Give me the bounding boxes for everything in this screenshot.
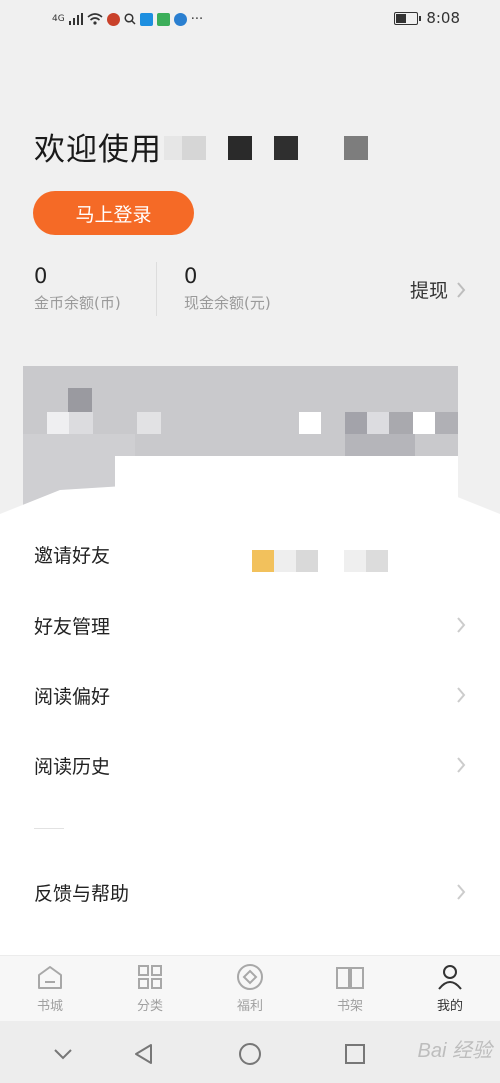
tab-bookstore[interactable]: 书城 [15, 962, 85, 1014]
tab-welfare[interactable]: 福利 [215, 962, 285, 1014]
menu-item-feedback-help[interactable]: 反馈与帮助 [0, 862, 500, 922]
wifi-icon [87, 13, 103, 25]
book-icon [335, 962, 365, 992]
coin-balance[interactable]: 0 金币余额(币) [34, 264, 121, 313]
back-triangle-icon [135, 1044, 152, 1064]
more-notifications-icon: ··· [190, 11, 204, 27]
watermark: Bai 经验 [417, 1040, 492, 1062]
menu-item-label: 阅读历史 [34, 755, 111, 778]
status-right: 8:08 [394, 9, 460, 27]
recents-square-icon [345, 1044, 365, 1064]
battery-icon [394, 11, 422, 25]
home-icon [35, 962, 65, 992]
grid-icon [135, 962, 165, 992]
home-button[interactable] [235, 1039, 265, 1069]
cash-balance[interactable]: 0 现金余额(元) [184, 264, 271, 313]
tab-label: 书城 [36, 999, 63, 1014]
recents-button[interactable] [340, 1039, 370, 1069]
tab-label: 书架 [336, 999, 363, 1014]
menu-item-label: 邀请好友 [34, 544, 111, 567]
tab-category[interactable]: 分类 [115, 962, 185, 1014]
pixelated-invite-reward [252, 550, 392, 572]
menu-item-reading-preference[interactable]: 阅读偏好 [0, 665, 500, 725]
welcome-text: 欢迎使用 [34, 132, 162, 168]
tab-label: 福利 [236, 999, 263, 1014]
coin-balance-label: 金币余额(币) [34, 294, 121, 312]
gift-icon [235, 962, 265, 992]
clock: 8:08 [426, 9, 460, 27]
chevron-right-icon [457, 687, 466, 703]
menu-item-invite-friends[interactable]: 邀请好友 [0, 524, 500, 584]
menu-item-friend-management[interactable]: 好友管理 [0, 595, 500, 655]
back-button[interactable] [128, 1039, 158, 1069]
chevron-right-icon [457, 617, 466, 633]
app-notification-icon [106, 12, 120, 26]
menu-item-label: 阅读偏好 [34, 685, 111, 708]
menu-item-label: 好友管理 [34, 615, 111, 638]
search-icon [124, 13, 136, 25]
home-circle-icon [239, 1043, 261, 1065]
tab-label: 我的 [436, 999, 463, 1014]
section-divider [34, 828, 64, 829]
chevron-right-icon [457, 281, 466, 298]
signal-icon [68, 13, 83, 25]
hide-nav-button[interactable] [48, 1039, 78, 1069]
cash-balance-value: 0 [184, 264, 198, 288]
app-notification-icon [139, 12, 153, 26]
app-notification-icon [156, 12, 170, 26]
coin-balance-value: 0 [34, 264, 48, 288]
withdraw-button[interactable]: 提现 [410, 276, 466, 303]
chevron-down-icon [54, 1049, 72, 1060]
chevron-right-icon [457, 884, 466, 900]
tab-mine[interactable]: 我的 [415, 962, 485, 1014]
tab-label: 分类 [136, 999, 163, 1014]
cash-balance-label: 现金余额(元) [184, 294, 271, 312]
login-button[interactable]: 马上登录 [33, 191, 194, 235]
status-bar: 4G ··· 8:08 [0, 0, 500, 40]
menu-item-reading-history[interactable]: 阅读历史 [0, 735, 500, 795]
status-icons: 4G ··· [52, 10, 203, 28]
pixelated-username [164, 136, 374, 162]
tab-bookshelf[interactable]: 书架 [315, 962, 385, 1014]
stat-divider [156, 262, 157, 316]
network-type: 4G [52, 14, 65, 24]
profile-icon [435, 962, 465, 992]
withdraw-label: 提现 [409, 280, 448, 302]
app-notification-icon [173, 12, 187, 26]
chevron-right-icon [457, 757, 466, 773]
menu-item-label: 反馈与帮助 [34, 882, 130, 905]
bottom-tab-bar: 书城 分类 福利 书架 我的 [0, 955, 500, 1021]
